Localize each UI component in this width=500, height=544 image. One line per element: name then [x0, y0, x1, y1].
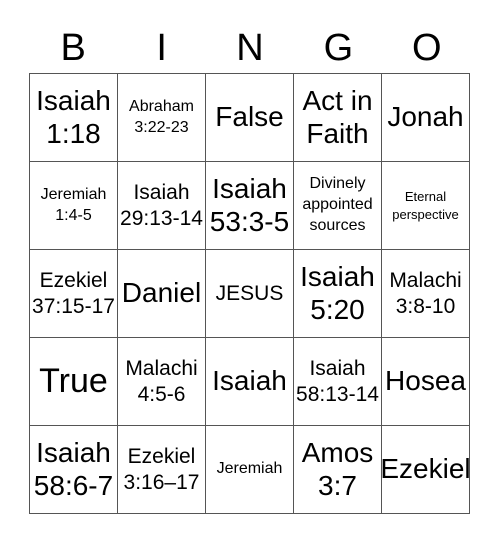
- bingo-cell-text: Isaiah 53:3-5: [209, 173, 290, 237]
- bingo-cell-text: Isaiah 5:20: [300, 261, 375, 325]
- header-letter-b: B: [60, 27, 86, 69]
- bingo-cell-text: Ezekiel: [382, 453, 470, 485]
- bingo-cell-text: Ezekiel 37:15-17: [32, 269, 115, 318]
- bingo-cell-text: Ezekiel 3:16–17: [123, 445, 200, 494]
- bingo-cell-text: JESUS: [215, 281, 284, 305]
- bingo-cell-text: Amos 3:7: [301, 437, 374, 501]
- bingo-cell-text: Malachi 4:5-6: [125, 357, 198, 406]
- bingo-cell-text: Hosea: [385, 365, 466, 397]
- header-letter-o: O: [412, 27, 442, 69]
- bingo-cell-text: Jeremiah: [216, 460, 283, 478]
- bingo-cell-text: Jonah: [387, 101, 464, 133]
- bingo-cell[interactable]: Malachi 3:8-10: [382, 250, 470, 338]
- bingo-cell[interactable]: True: [30, 338, 118, 426]
- bingo-cell[interactable]: Jeremiah 1:4-5: [30, 162, 118, 250]
- bingo-cell[interactable]: Jonah: [382, 74, 470, 162]
- bingo-cell[interactable]: JESUS: [206, 250, 294, 338]
- bingo-cell-text: Isaiah 58:6-7: [33, 437, 114, 501]
- bingo-cell-text: Jeremiah 1:4-5: [40, 185, 107, 224]
- bingo-grid: Isaiah 1:18 Abraham 3:22-23 False Act in Fa…: [29, 73, 470, 514]
- bingo-cell[interactable]: Isaiah 1:18: [30, 74, 118, 162]
- header-letter-g: G: [323, 27, 354, 69]
- bingo-cell[interactable]: False: [206, 74, 294, 162]
- bingo-cell[interactable]: Isaiah: [206, 338, 294, 426]
- bingo-cell[interactable]: Ezekiel: [382, 426, 470, 514]
- bingo-cell[interactable]: Ezekiel 37:15-17: [30, 250, 118, 338]
- bingo-cell[interactable]: Amos 3:7: [294, 426, 382, 514]
- bingo-cell-text: Isaiah 58:13-14: [296, 357, 379, 406]
- bingo-cell-text: False: [215, 101, 284, 133]
- bingo-cell[interactable]: Ezekiel 3:16–17: [118, 426, 206, 514]
- bingo-cell-text: Eternal perspective: [392, 188, 459, 222]
- bingo-cell-text: True: [39, 361, 108, 400]
- bingo-cell[interactable]: Malachi 4:5-6: [118, 338, 206, 426]
- bingo-cell[interactable]: Isaiah 5:20: [294, 250, 382, 338]
- bingo-cell[interactable]: Isaiah 29:13-14: [118, 162, 206, 250]
- bingo-cell-text: Isaiah 1:18: [36, 85, 111, 149]
- bingo-cell-text: Act in Faith: [302, 85, 373, 149]
- bingo-cell[interactable]: Act in Faith: [294, 74, 382, 162]
- bingo-cell[interactable]: Jeremiah: [206, 426, 294, 514]
- bingo-cell-text: Malachi 3:8-10: [389, 269, 462, 318]
- bingo-cell[interactable]: Hosea: [382, 338, 470, 426]
- bingo-cell[interactable]: Isaiah 53:3-5: [206, 162, 294, 250]
- bingo-cell-text: Daniel: [121, 277, 202, 309]
- header-letter-i: I: [156, 27, 167, 69]
- bingo-cell-text: Divinely appointed sources: [302, 175, 373, 234]
- bingo-cell[interactable]: Daniel: [118, 250, 206, 338]
- bingo-cell[interactable]: Abraham 3:22-23: [118, 74, 206, 162]
- bingo-cell-text: Isaiah 29:13-14: [120, 181, 203, 230]
- bingo-header: B I N G O: [29, 26, 471, 70]
- bingo-cell-text: Abraham 3:22-23: [129, 97, 194, 136]
- bingo-cell[interactable]: Eternal perspective: [382, 162, 470, 250]
- header-letter-n: N: [236, 27, 264, 69]
- bingo-cell[interactable]: Isaiah 58:13-14: [294, 338, 382, 426]
- bingo-cell[interactable]: Isaiah 58:6-7: [30, 426, 118, 514]
- bingo-cell-text: Isaiah: [212, 365, 287, 397]
- bingo-cell[interactable]: Divinely appointed sources: [294, 162, 382, 250]
